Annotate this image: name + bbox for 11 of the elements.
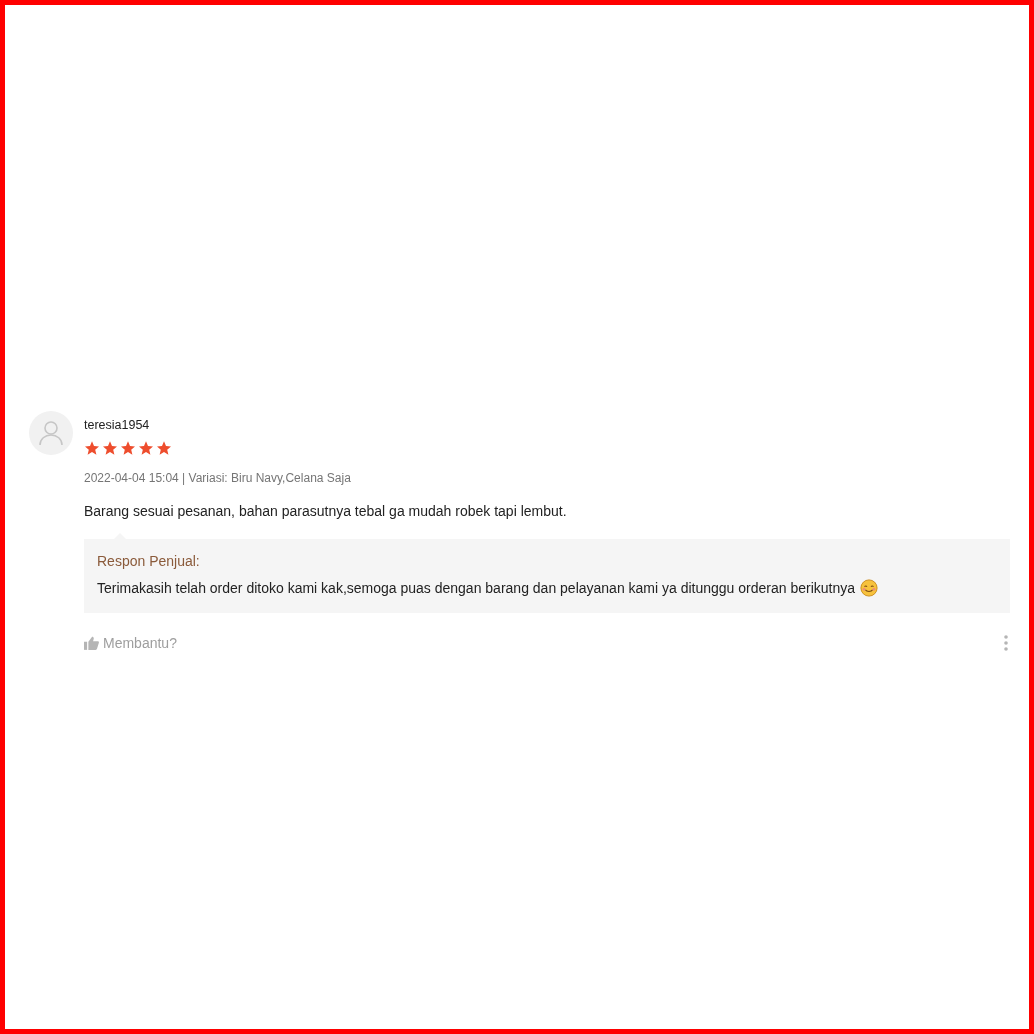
response-text: Terimakasih telah order ditoko kami kak,semoga puas dengan barang dan pelayanan kami ya ditunggu orderan berikutnya xyxy=(97,580,856,596)
response-title: Respon Penjual: xyxy=(97,553,201,569)
thumbs-up-icon xyxy=(84,636,99,650)
more-options-button[interactable] xyxy=(1002,635,1010,651)
more-icon xyxy=(1004,635,1008,651)
user-icon xyxy=(39,420,63,446)
username: teresia1954 xyxy=(84,418,151,432)
smiling-face-icon xyxy=(860,579,879,597)
review-comment: Barang sesuai pesanan, bahan parasutnya tebal ga mudah robek tapi lembut. xyxy=(84,503,568,519)
helpful-button[interactable]: Membantu? xyxy=(84,635,177,651)
review-meta: 2022-04-04 15:04 | Variasi: Biru Navy,Celana Saja xyxy=(84,471,352,485)
